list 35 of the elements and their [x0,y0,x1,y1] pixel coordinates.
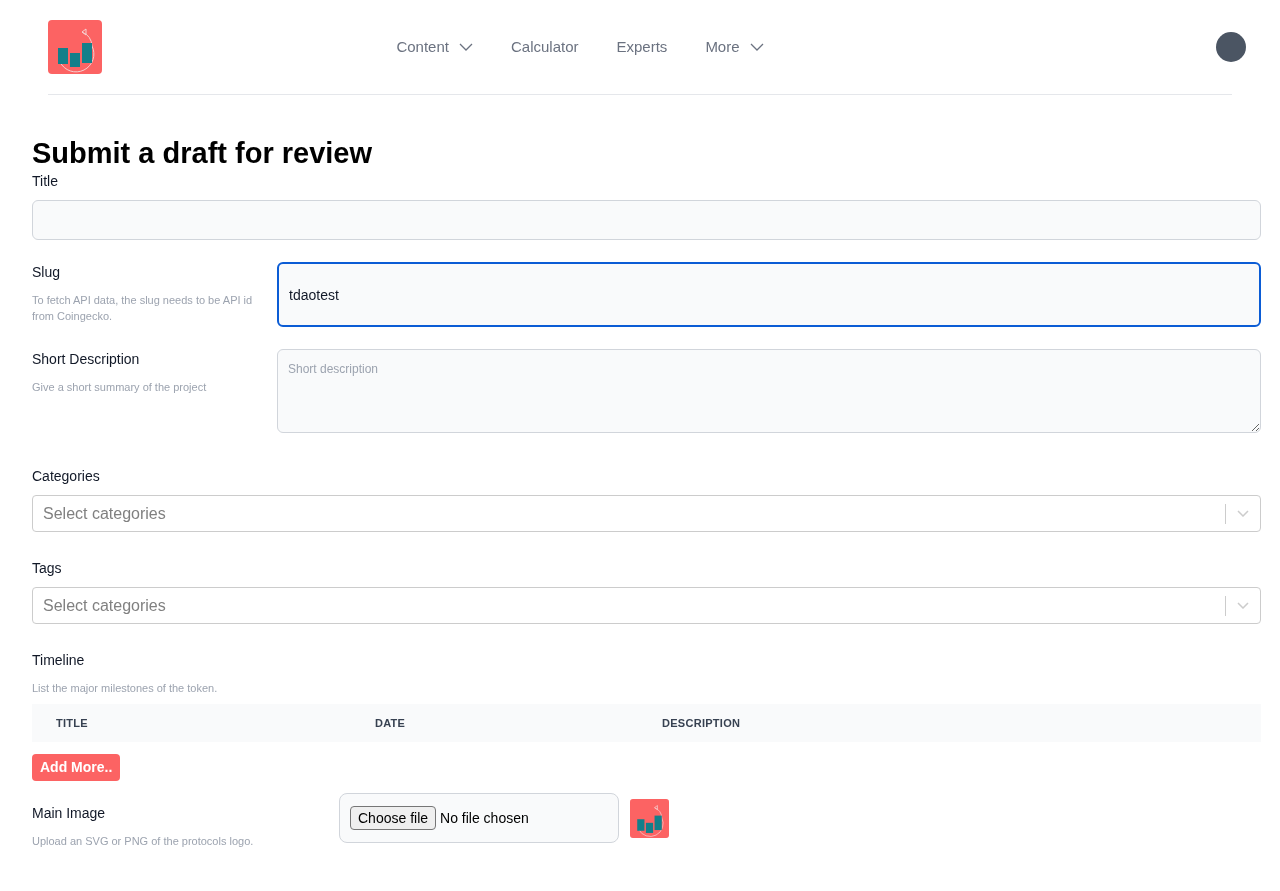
field-hint: List the major milestones of the token. [32,681,219,696]
field-hint: To fetch API data, the slug needs to be API id from Coingecko. [32,293,254,324]
field-hint: Upload an SVG or PNG of the protocols logo. [32,834,255,849]
field-hint: Give a short summary of the project [32,380,208,395]
textarea-field[interactable]: Short description [277,349,1261,433]
text-field[interactable]: tdaotest [277,262,1261,327]
nav-link[interactable]: More [705,35,740,59]
add-more-button[interactable]: Add More.. [32,754,121,781]
select-placeholder: Select categories [42,503,167,524]
nav-link[interactable]: Experts [616,35,668,59]
file-field[interactable]: Choose file No file chosen [339,793,619,843]
text-field[interactable] [32,200,1261,240]
field-label: Categories [32,467,101,486]
choose-file-button[interactable]: Choose file [350,806,437,830]
file-status: No file chosen [440,808,529,828]
chevron-down-icon [1237,510,1249,517]
column-header: TITLE [56,715,89,731]
select-placeholder: Select categories [42,595,167,616]
avatar[interactable] [1216,32,1246,62]
image-preview-drawing [630,798,669,838]
field-label: Main Image [32,804,107,823]
select-field[interactable]: Select categories [32,495,1261,532]
nav-link[interactable]: Calculator [511,35,579,59]
column-header: DATE [375,715,407,731]
field-label: Slug [32,263,62,282]
field-label: Tags [32,559,63,578]
select-field[interactable]: Select categories [32,587,1261,624]
nav-link[interactable]: Content [396,35,449,59]
field-label: Timeline [32,651,86,670]
logo-drawing [48,20,102,74]
column-header: DESCRIPTION [662,715,742,731]
field-label: Title [32,172,59,191]
page-heading: Submit a draft for review [32,136,373,171]
chevron-down-icon [1237,602,1249,609]
field-label: Short Description [32,350,141,369]
